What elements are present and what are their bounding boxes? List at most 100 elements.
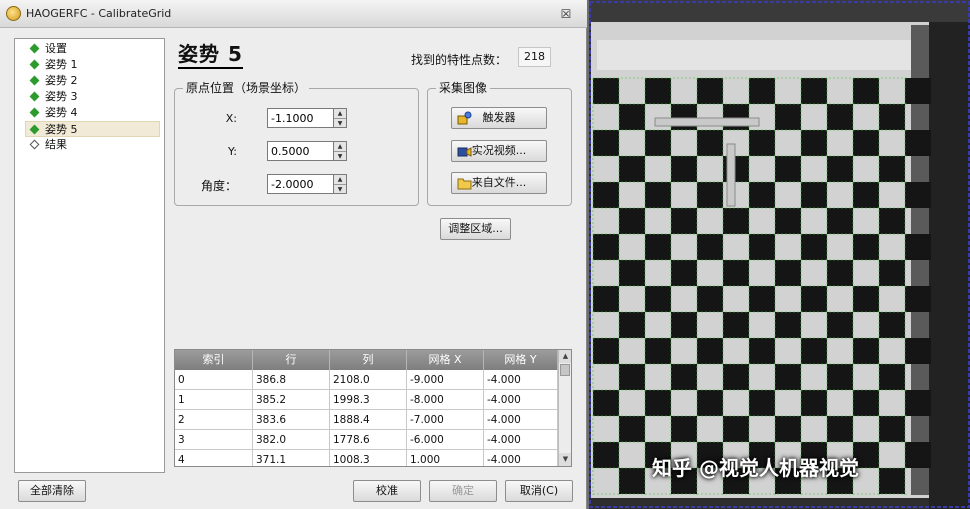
- tree-item-pose-1[interactable]: 姿势 1: [29, 57, 164, 73]
- diamond-outline-icon: [29, 139, 40, 150]
- calibration-checkerboard-image: [589, 0, 970, 509]
- trigger-label: 触发器: [482, 111, 516, 124]
- capture-group-title: 采集图像: [436, 81, 491, 95]
- y-spinbox: ▲▼: [267, 141, 347, 161]
- cell-column: 2108.0: [330, 370, 407, 390]
- tree-item-settings[interactable]: 设置: [29, 41, 164, 57]
- tree-item-label: 结果: [45, 138, 67, 151]
- cell-grid-x: -9.000: [407, 370, 484, 390]
- y-spin-buttons[interactable]: ▲ ▼: [334, 141, 347, 161]
- tree-item-label: 姿势 3: [45, 90, 78, 103]
- folder-icon: [457, 178, 472, 190]
- video-camera-icon: [457, 147, 472, 157]
- y-input[interactable]: [267, 141, 334, 161]
- table-scrollbar[interactable]: ▲ ▼: [558, 350, 571, 466]
- x-spinbox: ▲▼: [267, 108, 347, 128]
- cell-column: 1888.4: [330, 410, 407, 430]
- title-bar: HAOGERFC - CalibrateGrid ☒: [0, 0, 587, 28]
- column-header-grid-y[interactable]: 网格 Y: [484, 350, 558, 370]
- tree-item-pose-2[interactable]: 姿势 2: [29, 73, 164, 89]
- trigger-button[interactable]: 触发器: [451, 107, 547, 129]
- table-row[interactable]: 3 382.0 1778.6 -6.000 -4.000: [175, 430, 558, 450]
- arrow-up-icon[interactable]: ▲: [334, 142, 346, 151]
- cell-grid-x: 1.000: [407, 450, 484, 466]
- tree-item-label: 姿势 1: [45, 58, 78, 71]
- adjust-region-button[interactable]: 调整区域...: [440, 218, 511, 240]
- cell-column: 1008.3: [330, 450, 407, 466]
- clear-all-button[interactable]: 全部清除: [18, 480, 86, 502]
- cell-row: 385.2: [253, 390, 330, 410]
- cell-grid-y: -4.000: [484, 410, 558, 430]
- live-video-label: 实况视频...: [471, 144, 527, 157]
- cell-row: 383.6: [253, 410, 330, 430]
- origin-position-group: 原点位置（场景坐标） X: ▲▼ Y: ▲▼ 角度： ▲▼: [174, 81, 419, 206]
- cell-row: 382.0: [253, 430, 330, 450]
- grid-points-table: 索引 行 列 网格 X 网格 Y 0 386.8 2108.0 -9.000 -…: [174, 349, 572, 467]
- cell-grid-y: -4.000: [484, 430, 558, 450]
- cell-index: 1: [175, 390, 253, 410]
- table-row[interactable]: 0 386.8 2108.0 -9.000 -4.000: [175, 370, 558, 390]
- watermark: 知乎 @视觉人机器视觉: [652, 456, 859, 480]
- origin-group-title: 原点位置（场景坐标）: [183, 81, 310, 95]
- table-row[interactable]: 1 385.2 1998.3 -8.000 -4.000: [175, 390, 558, 410]
- capture-image-group: 采集图像 触发器 实况视频... 来自文件...: [427, 81, 572, 206]
- arrow-down-icon[interactable]: ▼: [334, 151, 346, 160]
- ok-button[interactable]: 确定: [429, 480, 497, 502]
- cell-row: 371.1: [253, 450, 330, 466]
- trigger-icon: [457, 111, 472, 125]
- table-row[interactable]: 2 383.6 1888.4 -7.000 -4.000: [175, 410, 558, 430]
- cell-grid-y: -4.000: [484, 450, 558, 466]
- x-input[interactable]: [267, 108, 334, 128]
- column-header-index[interactable]: 索引: [175, 350, 253, 370]
- diamond-icon: [29, 59, 40, 70]
- camera-image-view[interactable]: [589, 0, 970, 509]
- calibrate-button[interactable]: 校准: [353, 480, 421, 502]
- angle-label: 角度：: [200, 179, 237, 193]
- arrow-down-icon[interactable]: ▼: [334, 184, 346, 193]
- angle-input[interactable]: [267, 174, 334, 194]
- y-label: Y:: [228, 145, 237, 158]
- features-found-value: 218: [518, 47, 551, 67]
- scroll-up-icon[interactable]: ▲: [559, 350, 571, 363]
- angle-spinbox: ▲▼: [267, 174, 347, 194]
- angle-spin-buttons[interactable]: ▲ ▼: [334, 174, 347, 194]
- x-spin-buttons[interactable]: ▲ ▼: [334, 108, 347, 128]
- column-header-grid-x[interactable]: 网格 X: [407, 350, 484, 370]
- app-icon: [6, 6, 21, 21]
- cell-grid-x: -6.000: [407, 430, 484, 450]
- pose-tree: 设置 姿势 1 姿势 2 姿势 3 姿势 4 姿势 5 结果: [14, 38, 165, 473]
- calibrate-grid-dialog: HAOGERFC - CalibrateGrid ☒ 设置 姿势 1 姿势 2 …: [0, 0, 587, 509]
- cell-grid-y: -4.000: [484, 390, 558, 410]
- from-file-button[interactable]: 来自文件...: [451, 172, 547, 194]
- cell-grid-y: -4.000: [484, 370, 558, 390]
- tree-item-pose-4[interactable]: 姿势 4: [29, 105, 164, 121]
- close-button[interactable]: ☒: [556, 6, 576, 22]
- x-label: X:: [225, 112, 237, 125]
- cell-column: 1778.6: [330, 430, 407, 450]
- arrow-up-icon[interactable]: ▲: [334, 109, 346, 118]
- tree-item-result[interactable]: 结果: [29, 137, 164, 153]
- tree-item-label: 姿势 2: [45, 74, 78, 87]
- scroll-down-icon[interactable]: ▼: [559, 453, 571, 466]
- diamond-icon: [29, 75, 40, 86]
- cancel-button[interactable]: 取消(C): [505, 480, 573, 502]
- features-found-label: 找到的特性点数：: [411, 53, 508, 67]
- live-video-button[interactable]: 实况视频...: [451, 140, 547, 162]
- diamond-icon: [29, 91, 40, 102]
- column-header-row[interactable]: 行: [253, 350, 330, 370]
- tree-item-label: 设置: [45, 42, 67, 55]
- scroll-thumb[interactable]: [560, 364, 570, 376]
- arrow-up-icon[interactable]: ▲: [334, 175, 346, 184]
- cell-index: 0: [175, 370, 253, 390]
- cell-index: 3: [175, 430, 253, 450]
- from-file-label: 来自文件...: [471, 176, 527, 189]
- window-title: HAOGERFC - CalibrateGrid: [26, 7, 172, 20]
- tree-item-pose-3[interactable]: 姿势 3: [29, 89, 164, 105]
- column-header-column[interactable]: 列: [330, 350, 407, 370]
- diamond-icon: [29, 43, 40, 54]
- diamond-icon: [29, 107, 40, 118]
- arrow-down-icon[interactable]: ▼: [334, 118, 346, 127]
- tree-item-pose-5[interactable]: 姿势 5: [25, 121, 160, 137]
- cell-index: 4: [175, 450, 253, 466]
- table-row[interactable]: 4 371.1 1008.3 1.000 -4.000: [175, 450, 558, 466]
